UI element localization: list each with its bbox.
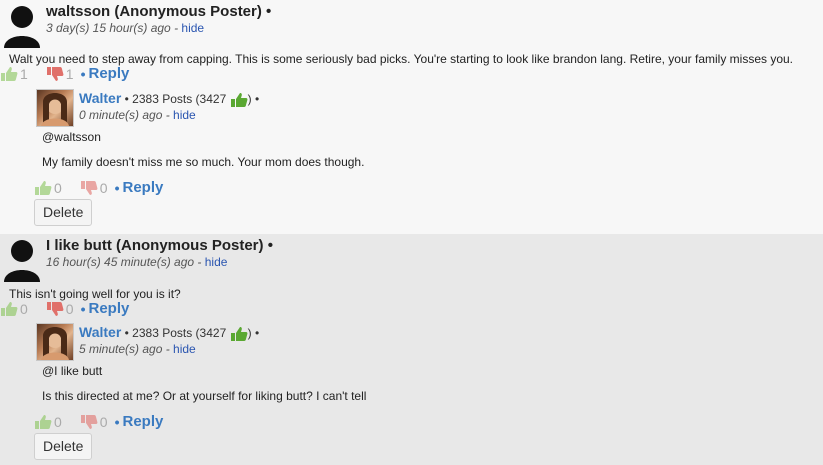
comment-body: This isn't going well for you is it?: [9, 287, 181, 301]
reply-author-link[interactable]: Walter: [79, 90, 121, 106]
separator-bullet: •: [114, 413, 120, 430]
separator-bullet: •: [80, 300, 86, 317]
comment-thread: waltsson (Anonymous Poster) • 3 day(s) 1…: [0, 0, 823, 234]
vote-row: 0 0 • Reply: [34, 413, 163, 430]
reply-link[interactable]: Reply: [123, 179, 164, 196]
comment-author: I like butt (Anonymous Poster) •: [46, 237, 273, 254]
reply-link[interactable]: Reply: [89, 300, 130, 317]
reply-link[interactable]: Reply: [123, 413, 164, 430]
upvote-count: 0: [54, 179, 62, 196]
separator-bullet: •: [80, 65, 86, 82]
reply-link[interactable]: Reply: [89, 65, 130, 82]
user-photo-icon: [41, 93, 69, 126]
comment-thread: I like butt (Anonymous Poster) • 16 hour…: [0, 234, 823, 465]
upvote-count: 0: [54, 413, 62, 430]
comment-time: 16 hour(s) 45 minute(s) ago: [46, 255, 195, 269]
hide-link[interactable]: hide: [181, 21, 204, 35]
avatar[interactable]: [36, 89, 74, 127]
comment-author: waltsson (Anonymous Poster) •: [46, 3, 272, 20]
avatar[interactable]: [36, 323, 74, 361]
delete-button[interactable]: Delete: [34, 199, 93, 226]
separator-bullet: •: [114, 179, 120, 196]
upvote-count: 0: [20, 300, 28, 317]
comment-meta: 16 hour(s) 45 minute(s) ago - hide: [46, 255, 228, 269]
comment-body: Walt you need to step away from capping.…: [9, 52, 794, 66]
user-photo-icon: [41, 327, 69, 360]
upvote-count: 1: [20, 65, 28, 82]
thumbs-up-icon[interactable]: [34, 414, 52, 430]
thumbs-down-icon[interactable]: [46, 66, 64, 82]
reply-meta: 5 minute(s) ago - hide: [79, 342, 196, 356]
reply-time: 0 minute(s) ago: [79, 108, 163, 122]
thumbs-down-icon[interactable]: [80, 180, 98, 196]
post-count: 2383 Posts (3427: [132, 92, 227, 106]
reply-author-link[interactable]: Walter: [79, 324, 121, 340]
vote-row: 0 0 • Reply: [34, 179, 163, 196]
reply-mention: @waltsson: [42, 130, 101, 144]
reply-meta: 0 minute(s) ago - hide: [79, 108, 196, 122]
reply-time: 5 minute(s) ago: [79, 342, 163, 356]
anonymous-avatar-icon: [4, 240, 40, 282]
anonymous-avatar-icon: [4, 6, 40, 48]
thumbs-up-icon: [230, 326, 248, 341]
vote-row: 0 0 • Reply: [0, 300, 129, 317]
delete-button[interactable]: Delete: [34, 433, 93, 460]
thumbs-up-icon[interactable]: [0, 66, 18, 82]
post-count: 2383 Posts (3427: [132, 326, 227, 340]
comment-time: 3 day(s) 15 hour(s) ago: [46, 21, 171, 35]
downvote-count: 1: [65, 65, 74, 82]
reply-body: My family doesn't miss me so much. Your …: [42, 155, 365, 169]
thumbs-up-icon[interactable]: [0, 301, 18, 317]
vote-row: 1 1 • Reply: [0, 65, 129, 82]
reply-header: Walter • 2383 Posts (3427 ) •: [79, 324, 260, 341]
thumbs-down-icon[interactable]: [46, 301, 64, 317]
reply-mention: @I like butt: [42, 364, 103, 378]
downvote-count: 0: [99, 413, 108, 430]
thumbs-up-icon[interactable]: [34, 180, 52, 196]
thumbs-down-icon[interactable]: [80, 414, 98, 430]
downvote-count: 0: [99, 179, 108, 196]
comment-meta: 3 day(s) 15 hour(s) ago - hide: [46, 21, 205, 35]
reply-header: Walter • 2383 Posts (3427 ) •: [79, 90, 260, 107]
thumbs-up-icon: [230, 92, 248, 107]
hide-link[interactable]: hide: [205, 255, 228, 269]
reply-body: Is this directed at me? Or at yourself f…: [42, 389, 367, 403]
hide-link[interactable]: hide: [173, 108, 196, 122]
downvote-count: 0: [65, 300, 74, 317]
hide-link[interactable]: hide: [173, 342, 196, 356]
